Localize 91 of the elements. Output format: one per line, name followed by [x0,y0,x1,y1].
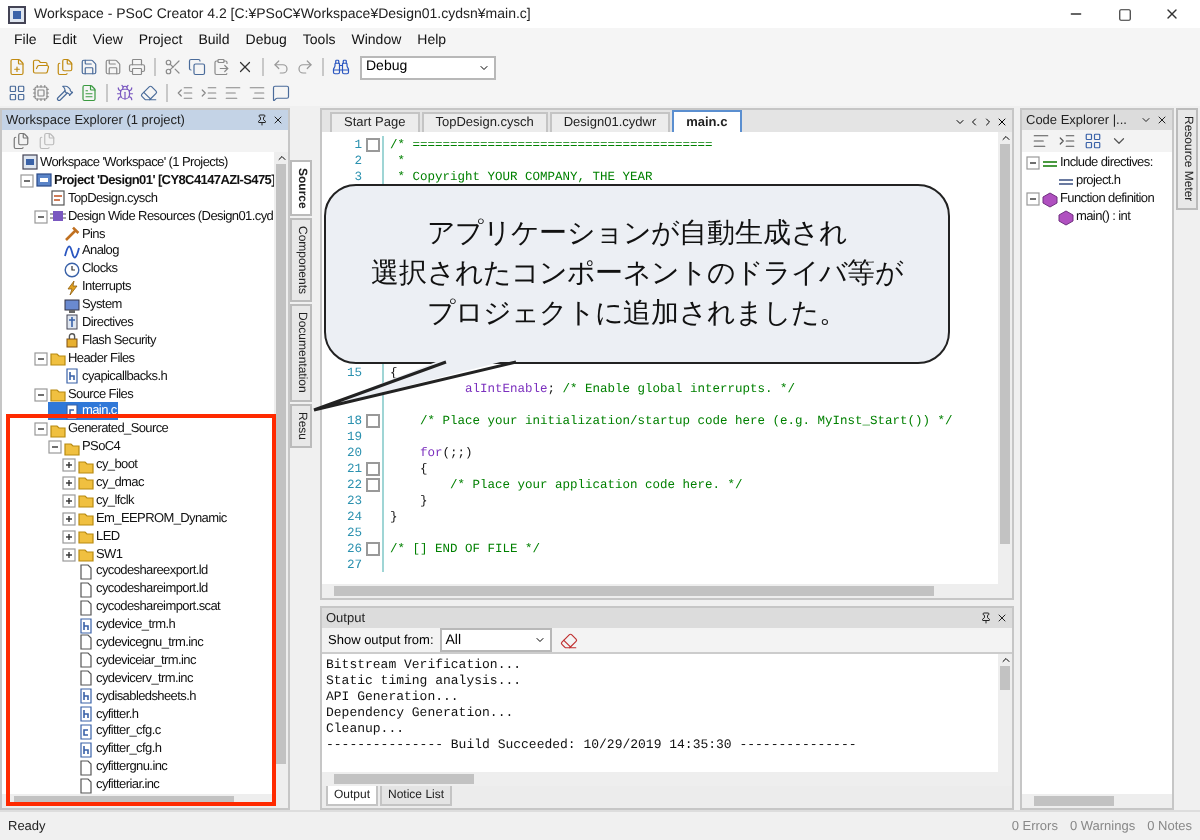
collapse-toggle[interactable] [34,387,48,402]
close-icon[interactable] [272,114,284,126]
caret-icon[interactable] [533,634,546,646]
new-file-icon[interactable] [6,56,28,78]
project-icon [36,172,52,189]
save-icon[interactable] [78,56,100,78]
pin-icon[interactable] [256,114,268,126]
scroll-thumb[interactable] [1000,666,1010,690]
header-file-icon [78,741,94,758]
c-file-icon [64,403,80,420]
scroll-up-icon[interactable] [999,654,1011,666]
chip-icon [50,208,66,225]
save-all-icon[interactable] [102,56,124,78]
scroll-right-icon[interactable] [982,115,994,127]
document-icon[interactable] [78,82,100,104]
delete-icon[interactable] [234,56,256,78]
pin-icon [64,226,80,242]
c-file-icon [78,723,94,740]
vertical-scrollbar[interactable] [274,152,288,794]
clear-icon[interactable] [557,629,580,651]
directives-icon [64,314,80,331]
redo-icon[interactable] [294,56,316,78]
bug-icon[interactable] [114,82,136,104]
scroll-up-icon[interactable] [275,152,287,164]
tree-icon[interactable] [1056,130,1078,152]
grid-icon[interactable] [1082,130,1104,152]
expand-toggle[interactable] [62,475,76,490]
undo-icon[interactable] [270,56,292,78]
print-icon[interactable] [126,56,148,78]
horizontal-scrollbar[interactable] [322,584,1012,598]
indent-icon[interactable] [198,82,220,104]
fold-marker[interactable] [365,413,379,427]
grid-icon[interactable] [6,82,28,104]
collapse-toggle[interactable] [1026,156,1040,170]
outdent-icon[interactable] [174,82,196,104]
eraser-icon[interactable] [138,82,160,104]
comment-icon[interactable] [270,82,292,104]
list-icon[interactable] [1030,130,1052,152]
header-file-icon [78,617,94,634]
horizontal-scrollbar[interactable] [322,772,1012,786]
fold-marker[interactable] [365,461,379,475]
fold-marker[interactable] [365,137,379,151]
close-icon[interactable] [996,115,1008,127]
expand-toggle[interactable] [62,529,76,544]
clock-icon [64,261,80,278]
copy-icon[interactable] [186,56,208,78]
app-icon [8,5,26,23]
documents-icon[interactable] [10,130,32,152]
collapse-toggle[interactable] [34,209,48,224]
collapse-toggle[interactable] [34,422,48,437]
fold-marker[interactable] [365,541,379,555]
search-icon[interactable] [330,56,352,78]
add-file-icon[interactable] [54,56,76,78]
scroll-thumb[interactable] [276,164,286,764]
caret-icon[interactable] [478,61,490,73]
collapse-toggle[interactable] [48,440,62,455]
horizontal-scrollbar[interactable] [1022,794,1172,808]
chip-icon[interactable] [30,82,52,104]
close-icon[interactable] [1164,6,1180,22]
waveform-icon [64,243,80,260]
build-icon[interactable] [54,82,76,104]
dropdown-icon[interactable] [1140,114,1152,126]
lock-icon [64,332,80,349]
folder-icon[interactable] [30,56,52,78]
close-icon[interactable] [996,612,1008,624]
vertical-scrollbar[interactable] [998,654,1012,772]
collapse-toggle[interactable] [20,173,34,188]
maximize-icon[interactable] [1117,7,1131,21]
expand-toggle[interactable] [62,458,76,473]
close-icon[interactable] [1156,114,1168,126]
folder-icon [50,386,66,403]
callout-text: アプリケーションが自動生成され 選択されたコンポーネントのドライバ等が プロジェクトに追加されました。 [371,216,903,334]
fold-marker[interactable] [365,477,379,491]
collapse-toggle[interactable] [34,351,48,366]
cut-icon[interactable] [162,56,184,78]
expand-toggle[interactable] [62,493,76,508]
lightning-icon [64,279,80,296]
schematic-icon [50,190,66,207]
pin-icon[interactable] [980,612,992,624]
scroll-left-icon[interactable] [968,115,980,127]
scroll-thumb[interactable] [1000,144,1010,544]
expand-toggle[interactable] [62,511,76,526]
scroll-up-icon[interactable] [999,132,1011,144]
workspace-icon [22,154,38,171]
vertical-scrollbar[interactable] [998,132,1012,584]
system-icon [64,297,80,314]
collapse-toggle[interactable] [1026,192,1040,206]
dropdown-icon[interactable] [954,115,966,127]
expand-toggle[interactable] [62,547,76,562]
header-file-icon [64,368,80,385]
folder-icon [50,350,66,367]
